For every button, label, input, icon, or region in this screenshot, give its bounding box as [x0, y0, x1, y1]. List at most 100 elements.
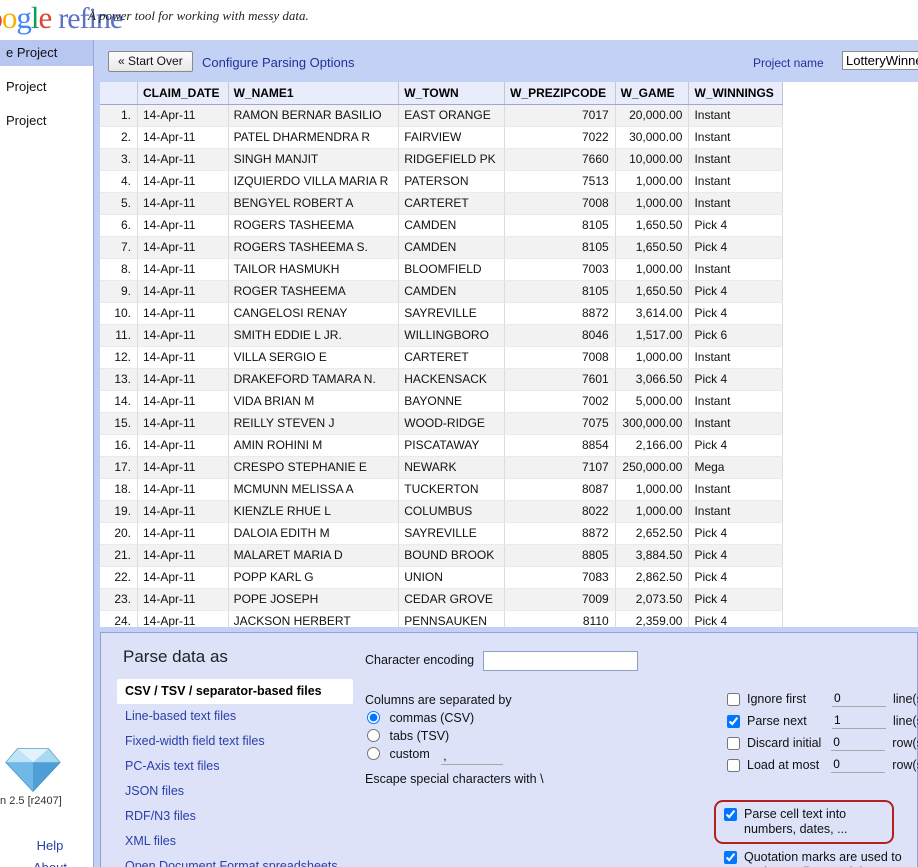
- separator-option-custom[interactable]: custom: [365, 747, 695, 765]
- configure-parsing-options-link[interactable]: Configure Parsing Options: [202, 55, 354, 70]
- line-option-row-3[interactable]: Load at most row(s): [727, 757, 918, 773]
- character-encoding-input[interactable]: [483, 651, 639, 671]
- column-header-claim-date[interactable]: CLAIM_DATE: [137, 82, 229, 105]
- format-option-5[interactable]: RDF/N3 files: [117, 804, 353, 829]
- column-header-w-game[interactable]: W_GAME: [615, 82, 690, 105]
- cell-w-prezipcode: 7008: [504, 192, 616, 215]
- cell-w-prezipcode: 7083: [504, 566, 616, 589]
- table-row[interactable]: 24. 14-Apr-11 JACKSON HERBERT PENNSAUKEN 811…: [100, 610, 783, 627]
- table-row[interactable]: 23. 14-Apr-11 POPE JOSEPH CEDAR GROVE 7009 2,…: [100, 588, 783, 611]
- column-header-w-prezipcode[interactable]: W_PREZIPCODE: [504, 82, 616, 105]
- table-row[interactable]: 11. 14-Apr-11 SMITH EDDIE L JR. WILLINGBORO…: [100, 324, 783, 347]
- sidebar-item-open-project[interactable]: Project: [0, 74, 93, 100]
- table-row[interactable]: 9. 14-Apr-11 ROGER TASHEEMA CAMDEN 8105 1,650…: [100, 280, 783, 303]
- table-row[interactable]: 8. 14-Apr-11 TAILOR HASMUKH BLOOMFIELD 7003 1…: [100, 258, 783, 281]
- separator-radio-commas[interactable]: [367, 711, 380, 724]
- table-row[interactable]: 15. 14-Apr-11 REILLY STEVEN J WOOD-RIDGE 707…: [100, 412, 783, 435]
- cell-claim-date: 14-Apr-11: [137, 148, 229, 171]
- quotation-marks-option[interactable]: Quotation marks are used to enclose cell…: [724, 850, 904, 867]
- table-row[interactable]: 10. 14-Apr-11 CANGELOSI RENAY SAYREVILLE 887…: [100, 302, 783, 325]
- table-row[interactable]: 6. 14-Apr-11 ROGERS TASHEEMA CAMDEN 8105 1,65…: [100, 214, 783, 237]
- cell-w-prezipcode: 8110: [504, 610, 616, 627]
- table-row[interactable]: 12. 14-Apr-11 VILLA SERGIO E CARTERET 7008 1,…: [100, 346, 783, 369]
- separator-option-tabs[interactable]: tabs (TSV): [365, 729, 695, 743]
- cell-w-winnings: Instant: [688, 412, 783, 435]
- sidebar-item-create-project[interactable]: e Project: [0, 40, 93, 66]
- table-row[interactable]: 16. 14-Apr-11 AMIN ROHINI M PISCATAWAY 8854 2…: [100, 434, 783, 457]
- cell-w-name1: KIENZLE RHUE L: [228, 500, 400, 523]
- line-option-value-0[interactable]: [831, 691, 886, 707]
- line-option-checkbox-2[interactable]: [727, 736, 740, 750]
- cell-index: 23.: [100, 588, 138, 611]
- table-row[interactable]: 14. 14-Apr-11 VIDA BRIAN M BAYONNE 7002 5,000…: [100, 390, 783, 413]
- separator-radio-tabs[interactable]: [367, 729, 380, 742]
- table-row[interactable]: 20. 14-Apr-11 DALOIA EDITH M SAYREVILLE 8872…: [100, 522, 783, 545]
- help-link[interactable]: Help: [10, 835, 90, 857]
- cell-w-game: 1,000.00: [615, 346, 690, 369]
- cell-w-game: 10,000.00: [615, 148, 690, 171]
- sidebar-item-import-project[interactable]: Project: [0, 108, 93, 134]
- cell-w-name1: SINGH MANJIT: [228, 148, 400, 171]
- cell-w-name1: POPP KARL G: [228, 566, 400, 589]
- table-row[interactable]: 7. 14-Apr-11 ROGERS TASHEEMA S. CAMDEN 8105 1…: [100, 236, 783, 259]
- cell-w-winnings: Pick 4: [688, 302, 783, 325]
- sidebar-item-label: e Project: [6, 45, 58, 60]
- table-row[interactable]: 1. 14-Apr-11 RAMON BERNAR BASILIO EAST ORAN…: [100, 104, 783, 127]
- table-row[interactable]: 17. 14-Apr-11 CRESPO STEPHANIE E NEWARK 7107…: [100, 456, 783, 479]
- project-name-label: Project name: [753, 56, 824, 70]
- line-option-row-2[interactable]: Discard initial row(s): [727, 735, 918, 751]
- line-option-checkbox-1[interactable]: [727, 714, 740, 728]
- project-name-input[interactable]: [842, 51, 918, 70]
- separator-option-commas[interactable]: commas (CSV): [365, 711, 695, 725]
- cell-w-prezipcode: 8105: [504, 214, 616, 237]
- cell-claim-date: 14-Apr-11: [137, 368, 229, 391]
- table-row[interactable]: 19. 14-Apr-11 KIENZLE RHUE L COLUMBUS 8022 1,…: [100, 500, 783, 523]
- line-option-checkbox-3[interactable]: [727, 758, 740, 772]
- table-row[interactable]: 18. 14-Apr-11 MCMUNN MELISSA A TUCKERTON 808…: [100, 478, 783, 501]
- parse-cell-text-option[interactable]: Parse cell text into numbers, dates, ...: [724, 807, 894, 837]
- cell-w-winnings: Pick 6: [688, 324, 783, 347]
- format-option-3[interactable]: PC-Axis text files: [117, 754, 353, 779]
- format-option-1[interactable]: Line-based text files: [117, 704, 353, 729]
- column-header-w-town[interactable]: W_TOWN: [398, 82, 506, 105]
- line-option-row-0[interactable]: Ignore first line(s): [727, 691, 918, 707]
- line-option-checkbox-0[interactable]: [727, 692, 740, 706]
- line-option-value-3[interactable]: [831, 757, 886, 773]
- start-over-button[interactable]: « Start Over: [108, 51, 193, 72]
- table-row[interactable]: 3. 14-Apr-11 SINGH MANJIT RIDGEFIELD PK 7660…: [100, 148, 783, 171]
- cell-w-town: CAMDEN: [398, 280, 506, 303]
- custom-separator-input[interactable]: [441, 749, 504, 765]
- line-option-value-2[interactable]: [831, 735, 886, 751]
- separator-radio-custom[interactable]: [367, 747, 380, 760]
- column-header-w-winnings[interactable]: W_WINNINGS: [688, 82, 783, 105]
- cell-w-winnings: Instant: [688, 346, 783, 369]
- cell-w-game: 1,000.00: [615, 258, 690, 281]
- character-encoding-row: Character encoding: [365, 651, 695, 671]
- about-link[interactable]: About: [10, 857, 90, 867]
- cell-w-prezipcode: 8022: [504, 500, 616, 523]
- table-row[interactable]: 5. 14-Apr-11 BENGYEL ROBERT A CARTERET 7008 1…: [100, 192, 783, 215]
- parse-cell-text-checkbox[interactable]: [724, 808, 737, 821]
- cell-w-prezipcode: 8872: [504, 522, 616, 545]
- line-option-row-1[interactable]: Parse next line(s): [727, 713, 918, 729]
- format-option-0[interactable]: CSV / TSV / separator-based files: [117, 679, 353, 704]
- table-row[interactable]: 4. 14-Apr-11 IZQUIERDO VILLA MARIA R PATERS…: [100, 170, 783, 193]
- format-option-7[interactable]: Open Document Format spreadsheets (.ods): [117, 854, 353, 867]
- cell-claim-date: 14-Apr-11: [137, 478, 229, 501]
- format-option-2[interactable]: Fixed-width field text files: [117, 729, 353, 754]
- table-row[interactable]: 2. 14-Apr-11 PATEL DHARMENDRA R FAIRVIEW 702…: [100, 126, 783, 149]
- column-header-w-name1[interactable]: W_NAME1: [228, 82, 400, 105]
- cell-index: 15.: [100, 412, 138, 435]
- table-row[interactable]: 22. 14-Apr-11 POPP KARL G UNION 7083 2,862.50…: [100, 566, 783, 589]
- quotation-marks-checkbox[interactable]: [724, 851, 737, 864]
- table-row[interactable]: 21. 14-Apr-11 MALARET MARIA D BOUND BROOK 88…: [100, 544, 783, 567]
- cell-index: 10.: [100, 302, 138, 325]
- cell-w-town: BLOOMFIELD: [398, 258, 506, 281]
- line-option-value-1[interactable]: [831, 713, 886, 729]
- format-option-4[interactable]: JSON files: [117, 779, 353, 804]
- cell-w-winnings: Pick 4: [688, 214, 783, 237]
- cell-claim-date: 14-Apr-11: [137, 104, 229, 127]
- cell-claim-date: 14-Apr-11: [137, 566, 229, 589]
- format-option-6[interactable]: XML files: [117, 829, 353, 854]
- table-row[interactable]: 13. 14-Apr-11 DRAKEFORD TAMARA N. HACKENSAC…: [100, 368, 783, 391]
